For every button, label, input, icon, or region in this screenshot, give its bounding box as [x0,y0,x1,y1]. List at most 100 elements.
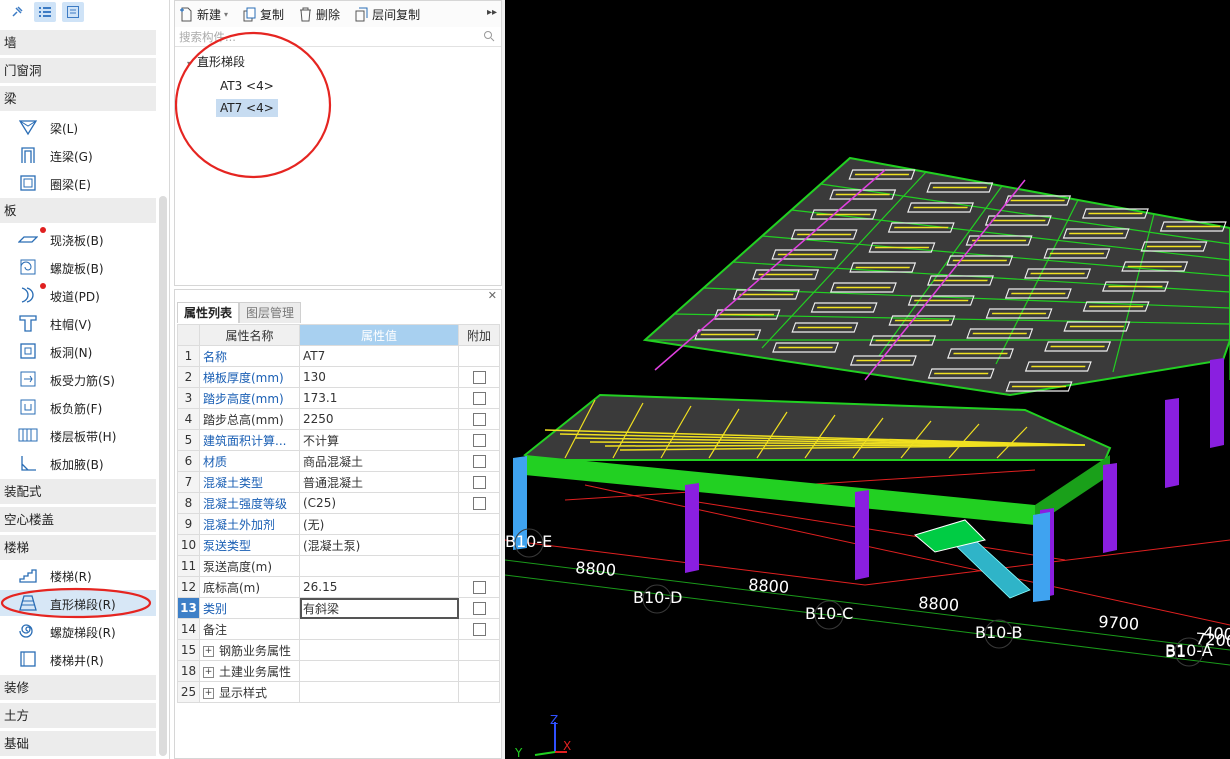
nav-item-slab-haunch[interactable]: 板加腋(B) [0,450,156,476]
modified-indicator [40,283,46,289]
table-row[interactable]: 25 + 显示样式 [177,681,500,703]
row-index: 14 [177,618,200,640]
delete-button[interactable]: 删除 [298,6,340,23]
table-row[interactable]: 13 类别 有斜梁 [177,597,500,619]
property-value[interactable] [299,618,459,640]
table-row[interactable]: 14 备注 [177,618,500,640]
property-value[interactable]: 130 [299,366,459,388]
nav-category-door-window[interactable]: 门窗洞 [0,58,156,83]
table-row[interactable]: 5 建筑面积计算... 不计算 [177,429,500,451]
property-value[interactable] [299,660,459,682]
table-row[interactable]: 18 + 土建业务属性 [177,660,500,682]
table-row[interactable]: 15 + 钢筋业务属性 [177,639,500,661]
close-icon[interactable]: ✕ [488,289,497,302]
nav-scrollbar[interactable] [159,196,167,756]
nav-item-stairwell[interactable]: 楼梯井(R) [0,646,156,672]
property-value[interactable]: 173.1 [299,387,459,409]
table-row[interactable]: 9 混凝土外加剂 (无) [177,513,500,535]
table-row[interactable]: 10 泵送类型 (混凝土泵) [177,534,500,556]
expand-icon[interactable]: + [203,687,214,699]
extra-checkbox[interactable] [472,497,486,510]
more-icon[interactable]: ▸▸ [487,7,497,18]
nav-category-slab[interactable]: 板 [0,198,156,223]
nav-item-negative-rebar[interactable]: 板负筋(F) [0,394,156,420]
table-row[interactable]: 4 踏步总高(mm) 2250 [177,408,500,430]
nav-category-decoration[interactable]: 装修 [0,675,156,700]
nav-category-hollow-floor[interactable]: 空心楼盖 [0,507,156,532]
property-value[interactable] [299,555,459,577]
extra-checkbox[interactable] [472,623,486,636]
property-value[interactable]: AT7 [299,345,459,367]
nav-category-earthwork[interactable]: 土方 [0,703,156,728]
extra-checkbox[interactable] [472,581,486,594]
table-row[interactable]: 1 名称 AT7 [177,345,500,367]
property-name-text: 显示样式 [219,685,268,700]
new-button[interactable]: 新建 ▾ [179,6,228,23]
nav-item-cast-slab[interactable]: 现浇板(B) [0,226,156,252]
nav-item-beam[interactable]: 梁(L) [0,114,156,140]
nav-category-stair[interactable]: 楼梯 [0,535,156,560]
row-index: 13 [177,597,200,619]
nav-item-ramp[interactable]: 坡道(PD) [0,282,156,308]
property-value[interactable]: (C25) [299,492,459,514]
nav-category-wall[interactable]: 墙 [0,30,156,55]
extra-checkbox[interactable] [472,413,486,426]
property-value[interactable] [299,639,459,661]
property-value[interactable] [299,681,459,703]
dropdown-caret-icon[interactable]: ▾ [224,10,228,19]
nav-category-foundation[interactable]: 基础 [0,731,156,756]
extra-cell [458,450,500,472]
table-row[interactable]: 8 混凝土强度等级 (C25) [177,492,500,514]
tab-layer-manager[interactable]: 图层管理 [239,302,302,323]
property-value[interactable]: 2250 [299,408,459,430]
nav-category-beam[interactable]: 梁 [0,86,156,111]
property-value[interactable]: 有斜梁 [299,597,459,619]
extra-checkbox[interactable] [472,476,486,489]
axis-label: B1 [1165,642,1186,661]
property-value[interactable]: (无) [299,513,459,535]
table-row[interactable]: 2 梯板厚度(mm) 130 [177,366,500,388]
table-row[interactable]: 3 踏步高度(mm) 173.1 [177,387,500,409]
nav-item-slab-strip[interactable]: 楼层板带(H) [0,422,156,448]
floor-copy-button[interactable]: 层间复制 [354,6,420,23]
property-value[interactable]: 26.15 [299,576,459,598]
extra-cell [458,576,500,598]
table-row[interactable]: 6 材质 商品混凝土 [177,450,500,472]
column [1103,463,1117,553]
property-name: 混凝土外加剂 [199,513,300,535]
property-value[interactable]: 普通混凝土 [299,471,459,493]
nav-item-slab-hole[interactable]: 板洞(N) [0,338,156,364]
extra-checkbox[interactable] [472,371,486,384]
extra-checkbox[interactable] [472,455,486,468]
extra-checkbox[interactable] [472,434,486,447]
property-name-text: 底标高(m) [203,580,261,595]
nav-category-prefab[interactable]: 装配式 [0,479,156,504]
table-row[interactable]: 7 混凝土类型 普通混凝土 [177,471,500,493]
property-name: 材质 [199,450,300,472]
extra-checkbox[interactable] [472,392,486,405]
copy-button[interactable]: 复制 [242,6,284,23]
header-extra: 附加 [458,324,500,346]
tab-property-list[interactable]: 属性列表 [177,302,240,323]
search-icon[interactable] [483,30,495,42]
3d-viewport[interactable]: B10-E B10-D B10-C B10-B B10-A 8800 8800 8800 970… [505,0,1230,759]
detail-view-icon[interactable] [62,2,84,22]
nav-item-column-cap[interactable]: 柱帽(V) [0,310,156,336]
expand-icon[interactable]: + [203,666,214,678]
table-row[interactable]: 12 底标高(m) 26.15 [177,576,500,598]
table-row[interactable]: 11 泵送高度(m) [177,555,500,577]
nav-item-ring-beam[interactable]: 圈梁(E) [0,170,156,196]
model-canvas[interactable]: B10-EB10-DB10-CB10-BB10-A880088008800970… [505,0,1230,759]
extra-checkbox[interactable] [472,602,486,615]
row-index: 6 [177,450,200,472]
list-view-icon[interactable] [34,2,56,22]
property-value[interactable]: 商品混凝土 [299,450,459,472]
property-value[interactable]: 不计算 [299,429,459,451]
nav-item-coupling-beam[interactable]: 连梁(G) [0,142,156,168]
nav-item-spiral-slab[interactable]: 螺旋板(B) [0,254,156,280]
pin-icon[interactable] [6,2,28,22]
expand-icon[interactable]: + [203,645,214,657]
nav-item-slab-rebar[interactable]: 板受力筋(S) [0,366,156,392]
nav-item-spiral-flight[interactable]: 螺旋梯段(R) [0,618,156,644]
property-value[interactable]: (混凝土泵) [299,534,459,556]
